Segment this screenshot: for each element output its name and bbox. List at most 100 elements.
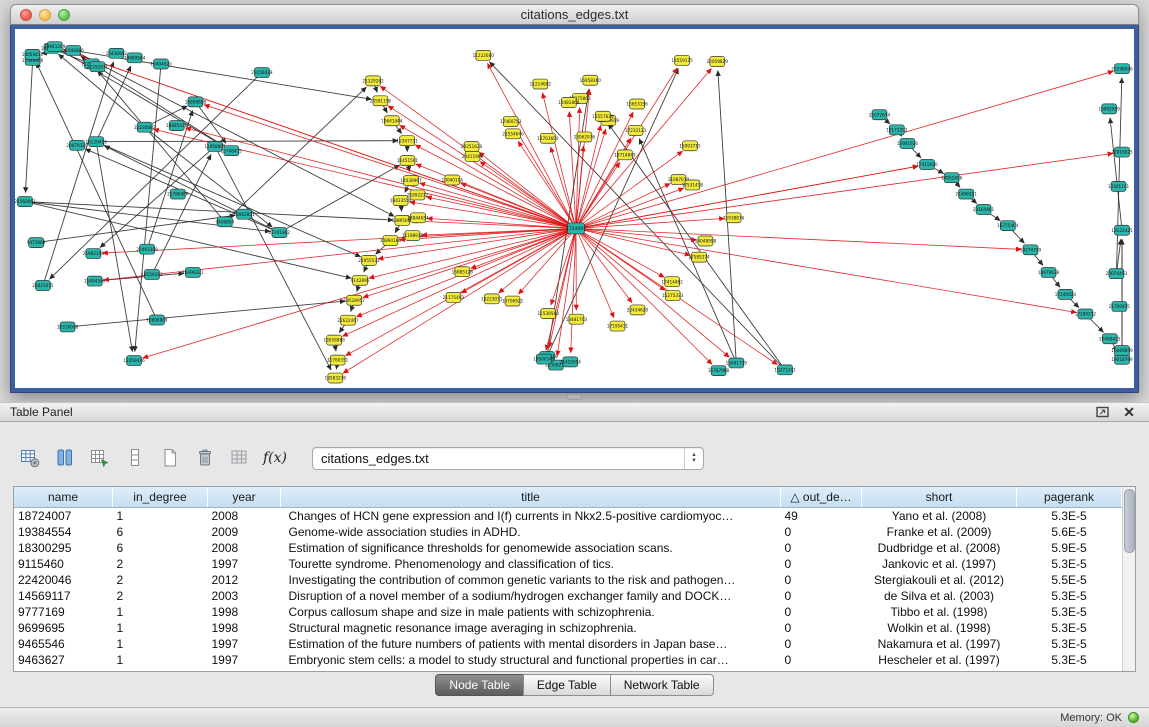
network-node[interactable]: 16069859 bbox=[1111, 346, 1133, 356]
column-header-year[interactable]: year bbox=[208, 487, 281, 508]
network-node[interactable]: 12347731 bbox=[396, 136, 418, 146]
close-window-icon[interactable] bbox=[20, 9, 32, 21]
tab-edge-table[interactable]: Edge Table bbox=[523, 674, 611, 696]
network-edge[interactable] bbox=[388, 106, 576, 229]
minimize-window-icon[interactable] bbox=[39, 9, 51, 21]
network-edge[interactable] bbox=[279, 165, 399, 233]
network-node[interactable]: 14894186 bbox=[380, 235, 402, 245]
network-node[interactable]: 11760351 bbox=[327, 355, 349, 365]
function-builder-button[interactable]: f(x) bbox=[259, 444, 291, 472]
network-node[interactable]: 17195431 bbox=[607, 321, 629, 331]
network-edge[interactable] bbox=[576, 71, 1113, 228]
table-row[interactable]: 969969511998Structural magnetic resonanc… bbox=[14, 620, 1122, 636]
network-node[interactable]: 21175493 bbox=[443, 292, 465, 302]
network-node[interactable]: 23591196 bbox=[370, 96, 392, 106]
network-node[interactable]: 16958360 bbox=[580, 75, 602, 85]
network-node[interactable]: 22198096 bbox=[1111, 64, 1133, 74]
network-node[interactable]: 14844654 bbox=[407, 213, 429, 223]
network-hub-node[interactable]: 1724097 bbox=[566, 223, 586, 234]
network-node[interactable]: 15748435 bbox=[221, 146, 243, 156]
network-node[interactable]: 11539568 bbox=[537, 309, 559, 319]
network-edge[interactable] bbox=[25, 202, 393, 220]
column-header-title[interactable]: title bbox=[281, 487, 781, 508]
network-edge[interactable] bbox=[576, 228, 712, 364]
float-panel-icon[interactable] bbox=[1096, 406, 1110, 418]
network-node[interactable]: 22016025 bbox=[1111, 147, 1133, 157]
table-row[interactable]: 946554611997Estimation of the future num… bbox=[14, 636, 1122, 652]
network-node[interactable]: 21560061 bbox=[15, 197, 36, 207]
network-node[interactable]: 13706922 bbox=[502, 296, 524, 306]
network-node[interactable]: 16992909 bbox=[1098, 104, 1120, 114]
network-edge[interactable] bbox=[342, 228, 576, 336]
zoom-window-icon[interactable] bbox=[58, 9, 70, 21]
network-node[interactable]: 19274709 bbox=[1020, 245, 1042, 255]
table-row[interactable]: 946362711997Embryonic stem cells: a mode… bbox=[14, 652, 1122, 668]
network-edge[interactable] bbox=[547, 68, 678, 356]
network-node[interactable]: 12941626 bbox=[897, 138, 919, 148]
network-node[interactable]: 19641444 bbox=[381, 116, 403, 126]
network-node[interactable]: 22059829 bbox=[707, 57, 729, 67]
panel-divider-handle[interactable] bbox=[567, 394, 582, 400]
table-row[interactable]: 911546021997Tourette syndrome. Phenomeno… bbox=[14, 556, 1122, 572]
network-node[interactable]: 11198939 bbox=[402, 231, 424, 241]
network-node[interactable]: 12062851 bbox=[233, 209, 255, 219]
network-node[interactable]: 16316098 bbox=[57, 322, 79, 332]
tab-node-table[interactable]: Node Table bbox=[435, 674, 524, 696]
network-node[interactable]: 20251630 bbox=[461, 141, 483, 151]
network-node[interactable]: 16223011 bbox=[481, 294, 503, 304]
network-node[interactable]: 21496521 bbox=[955, 189, 977, 199]
column-header-short[interactable]: short bbox=[862, 487, 1017, 508]
network-node[interactable]: 23156028 bbox=[251, 68, 273, 78]
close-panel-icon[interactable]: ✕ bbox=[1123, 405, 1135, 419]
network-node[interactable]: 22741802 bbox=[269, 228, 291, 238]
network-node[interactable]: 11938876 bbox=[723, 213, 745, 223]
scrollbar-thumb[interactable] bbox=[1124, 489, 1135, 553]
network-node[interactable]: 15993715 bbox=[679, 141, 701, 151]
network-node[interactable]: 19583276 bbox=[325, 373, 347, 383]
show-columns-button[interactable] bbox=[49, 444, 81, 472]
network-node[interactable]: 21700975 bbox=[1109, 301, 1131, 311]
network-node[interactable]: 16898888 bbox=[185, 97, 207, 107]
network-node[interactable]: 20498425 bbox=[1099, 334, 1121, 344]
table-select[interactable]: citations_edges.txt ▲▼ bbox=[312, 447, 704, 470]
network-edge[interactable] bbox=[36, 215, 235, 242]
network-node[interactable]: 13699584 bbox=[124, 53, 146, 63]
network-node[interactable]: 14048998 bbox=[695, 236, 717, 246]
network-node[interactable]: 17460753 bbox=[500, 117, 522, 127]
network-node[interactable]: 17585274 bbox=[688, 252, 710, 262]
network-node[interactable]: 13122425 bbox=[1111, 225, 1133, 235]
network-node[interactable]: 15653156 bbox=[626, 99, 648, 109]
network-edge[interactable] bbox=[225, 87, 367, 222]
table-row[interactable]: 1456911722003Disruption of a novel membe… bbox=[14, 588, 1122, 604]
network-node[interactable]: 22434620 bbox=[627, 305, 649, 315]
network-edge[interactable] bbox=[576, 228, 1022, 249]
network-node[interactable]: 11214682 bbox=[530, 79, 552, 89]
column-header-pagerank[interactable]: pagerank bbox=[1017, 487, 1122, 508]
table-mode-button[interactable] bbox=[14, 444, 46, 472]
network-node[interactable]: 11222660 bbox=[473, 50, 495, 60]
table-row[interactable]: 1830029562008Estimation of significance … bbox=[14, 540, 1122, 556]
delete-column-button[interactable] bbox=[189, 444, 221, 472]
network-node[interactable]: 17245924 bbox=[1055, 289, 1077, 299]
network-node[interactable]: 21329262 bbox=[362, 76, 384, 86]
network-node[interactable]: 21982119 bbox=[83, 249, 105, 259]
network-edge[interactable] bbox=[147, 110, 193, 249]
network-node[interactable]: 16775404 bbox=[997, 221, 1019, 231]
network-node[interactable]: 10404620 bbox=[150, 59, 172, 69]
network-node[interactable]: 18714849 bbox=[614, 150, 636, 160]
network-node[interactable]: 19396321 bbox=[182, 267, 204, 277]
network-node[interactable]: 21646886 bbox=[63, 45, 85, 55]
network-node[interactable]: 20411990 bbox=[462, 151, 484, 161]
network-node[interactable]: 22622467 bbox=[337, 315, 359, 325]
network-edge[interactable] bbox=[96, 141, 398, 142]
column-header-name[interactable]: name bbox=[14, 487, 113, 508]
column-header-out-degree[interactable]: △ out_de… bbox=[781, 487, 862, 508]
network-node[interactable]: 21786986 bbox=[167, 189, 189, 199]
network-node[interactable]: 14054431 bbox=[22, 49, 44, 59]
network-node[interactable]: 17190212 bbox=[1075, 309, 1097, 319]
network-node[interactable]: 21955532 bbox=[358, 255, 380, 265]
network-edge[interactable] bbox=[576, 166, 918, 228]
window-titlebar[interactable]: citations_edges.txt bbox=[10, 4, 1139, 25]
network-node[interactable]: 18159313 bbox=[141, 269, 163, 279]
table-row[interactable]: 1872400712008Changes of HCN gene express… bbox=[14, 508, 1122, 525]
